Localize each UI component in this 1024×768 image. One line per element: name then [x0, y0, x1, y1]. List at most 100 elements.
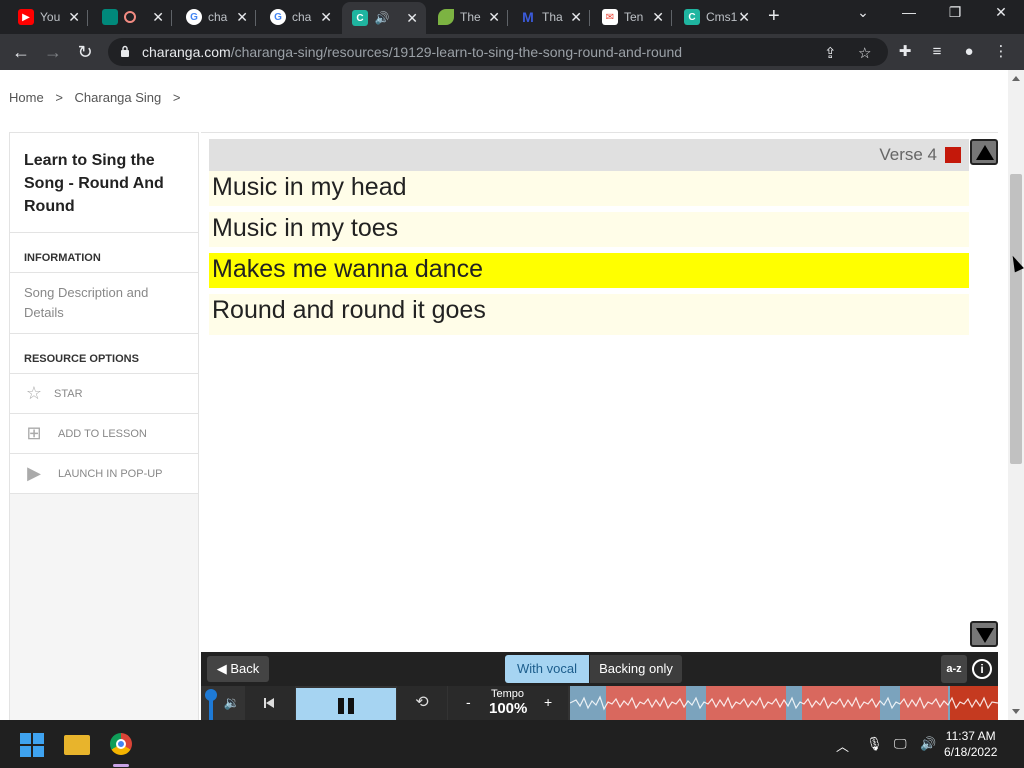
microphone-icon[interactable]: 🎙	[866, 736, 883, 752]
tab-title: Tha	[542, 10, 563, 24]
lyric-line: Music in my head	[209, 171, 969, 206]
speaker-icon[interactable]: 🔊	[374, 10, 390, 26]
address-bar[interactable]: charanga.com/charanga-sing/resources/191…	[108, 38, 888, 66]
previous-button[interactable]	[245, 686, 295, 720]
m-logo-icon: M	[522, 9, 534, 25]
scrollbar-thumb[interactable]	[1010, 174, 1022, 464]
back-label: Back	[230, 661, 260, 676]
tray-chevron-icon[interactable]: ︿	[836, 736, 849, 755]
launch-popup-label: LAUNCH IN POP-UP	[58, 467, 163, 480]
network-icon[interactable]: 🖵	[894, 736, 907, 752]
lyric-line: Round and round it goes	[209, 294, 969, 329]
tempo-minus-button[interactable]: -	[466, 694, 471, 710]
youtube-icon: ▶	[18, 9, 34, 25]
star-option[interactable]: ☆ STAR	[10, 374, 198, 414]
tab-search-icon[interactable]: ⌄	[848, 4, 878, 21]
song-description-link[interactable]: Song Description and Details	[10, 273, 198, 334]
az-button[interactable]: a-z	[941, 655, 967, 683]
window-close-button[interactable]: ✕	[986, 4, 1016, 21]
resource-sidebar: Learn to Sing the Song - Round And Round…	[9, 132, 199, 720]
back-arrow-icon[interactable]: ←	[10, 41, 32, 63]
system-clock[interactable]: 11:37 AM 6/18/2022	[944, 728, 997, 760]
skip-back-icon	[264, 698, 274, 708]
scrollbar-down-icon[interactable]	[1012, 709, 1020, 714]
file-explorer-icon[interactable]	[64, 735, 90, 755]
volume-icon[interactable]: 🔉	[221, 686, 243, 720]
app-window: ▶ You ✕ ✕ G cha ✕ G cha ✕ C 🔊 ✕ The ✕ M …	[0, 0, 1024, 768]
breadcrumb-home[interactable]: Home	[9, 90, 44, 105]
close-icon[interactable]: ✕	[152, 9, 164, 25]
clock-time: 11:37 AM	[945, 729, 996, 743]
charanga-icon: C	[352, 10, 368, 26]
resource-title: Learn to Sing the Song - Round And Round	[10, 133, 198, 233]
extensions-icon[interactable]: ✚	[896, 43, 914, 61]
tab-title: Ten	[624, 10, 644, 24]
media-control-icon[interactable]: ≡	[928, 43, 946, 61]
close-icon[interactable]: ✕	[652, 9, 664, 25]
waveform	[570, 695, 998, 711]
new-tab-button[interactable]: +	[768, 6, 780, 26]
share-icon[interactable]: ⇪	[824, 44, 837, 62]
volume-slider[interactable]	[201, 686, 223, 720]
tab-youtube[interactable]: ▶ You ✕	[8, 4, 88, 30]
loop-icon: ⟲	[415, 694, 429, 711]
tab-title: cha	[208, 10, 228, 24]
add-to-lesson-option[interactable]: ⊞ ADD TO LESSON	[10, 414, 198, 454]
tempo-plus-button[interactable]: +	[544, 694, 552, 710]
backing-only-button[interactable]: Backing only	[590, 655, 682, 683]
close-icon[interactable]: ✕	[320, 9, 332, 25]
add-to-lesson-icon: ⊞	[26, 423, 42, 443]
bookmark-star-icon[interactable]: ☆	[858, 44, 871, 62]
chrome-icon[interactable]	[110, 733, 132, 755]
close-icon[interactable]: ✕	[488, 9, 500, 25]
close-icon[interactable]: ✕	[406, 10, 418, 26]
close-icon[interactable]: ✕	[68, 9, 80, 25]
tab-charanga-cms[interactable]: C Cms1 Y ✕	[674, 4, 758, 30]
profile-icon[interactable]: ●	[960, 43, 978, 61]
taskbar: ︿ 🎙 🖵 🔊 11:37 AM 6/18/2022	[0, 720, 1024, 768]
breadcrumb: Home > Charanga Sing >	[9, 90, 188, 105]
tab-google-1[interactable]: G cha ✕	[176, 4, 256, 30]
forward-arrow-icon[interactable]: →	[42, 41, 64, 63]
page-scrollbar[interactable]	[1008, 70, 1024, 720]
tab-title: The	[460, 10, 481, 24]
menu-icon[interactable]: ⋮	[992, 43, 1010, 61]
pause-button[interactable]	[296, 688, 396, 720]
info-icon[interactable]: i	[972, 659, 992, 679]
back-button[interactable]: ◀ Back	[207, 656, 269, 682]
restore-button[interactable]: ❐	[940, 4, 970, 21]
windows-start-icon[interactable]	[20, 733, 44, 757]
minimize-button[interactable]: —	[894, 4, 924, 20]
with-vocal-button[interactable]: With vocal	[505, 655, 589, 683]
tab-strip: ▶ You ✕ ✕ G cha ✕ G cha ✕ C 🔊 ✕ The ✕ M …	[0, 0, 1024, 34]
volume-tray-icon[interactable]: 🔊	[920, 736, 936, 752]
verse-bar: Verse 4	[209, 139, 969, 171]
close-icon[interactable]: ✕	[570, 9, 582, 25]
tab-meet[interactable]: ✕	[92, 4, 172, 30]
active-app-indicator	[113, 764, 129, 767]
breadcrumb-charanga-sing[interactable]: Charanga Sing	[75, 90, 162, 105]
tab-m-logo[interactable]: M Tha ✕	[510, 4, 590, 30]
tab-leaf[interactable]: The ✕	[428, 4, 508, 30]
tab-google-2[interactable]: G cha ✕	[260, 4, 340, 30]
launch-popup-option[interactable]: ▶ LAUNCH IN POP-UP	[10, 454, 198, 494]
gmail-icon: ✉	[602, 9, 618, 25]
google-icon: G	[186, 9, 202, 25]
resource-options-heading: RESOURCE OPTIONS	[10, 334, 198, 374]
url-host: charanga.com	[142, 44, 231, 60]
scroll-down-button[interactable]	[970, 621, 998, 647]
tab-title: Cms1 Y	[706, 10, 742, 24]
tab-title: cha	[292, 10, 312, 24]
tab-gmail[interactable]: ✉ Ten ✕	[592, 4, 672, 30]
play-icon: ▶	[27, 463, 41, 483]
close-icon[interactable]: ✕	[236, 9, 248, 25]
loop-button[interactable]: ⟲	[397, 686, 447, 720]
reload-icon[interactable]: ↻	[74, 41, 96, 63]
close-icon[interactable]: ✕	[738, 9, 750, 25]
song-timeline[interactable]	[570, 686, 998, 720]
url-path: /charanga-sing/resources/19129-learn-to-…	[230, 44, 683, 60]
tab-charanga-active[interactable]: C 🔊 ✕	[342, 2, 426, 34]
back-triangle-icon: ◀	[216, 661, 231, 676]
scroll-up-button[interactable]	[970, 139, 998, 165]
scrollbar-up-icon[interactable]	[1012, 76, 1020, 81]
